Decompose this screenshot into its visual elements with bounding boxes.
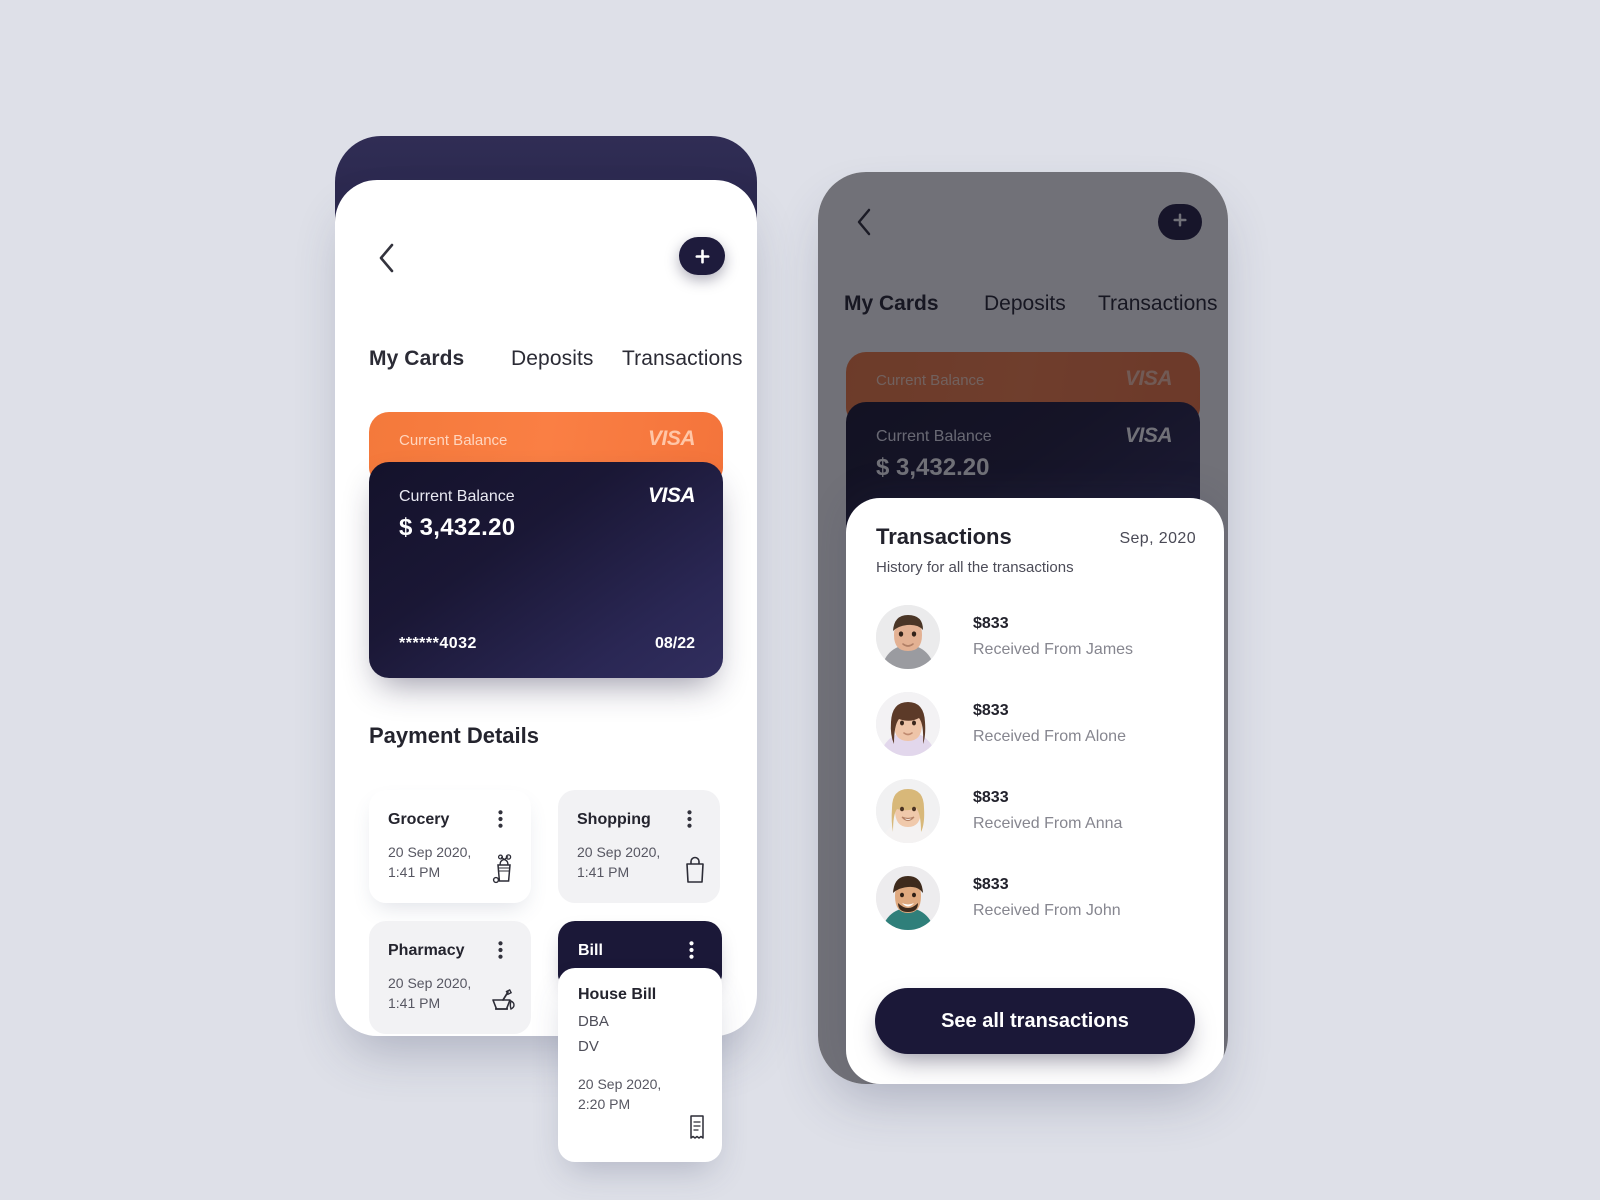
tile-datetime: 20 Sep 2020, 1:41 PM [388,975,472,1012]
card-balance-label: Current Balance [399,488,515,505]
phone-mockup-right: My Cards Deposits Transactions Current B… [818,172,1228,1084]
transactions-list: $833 Received From James $833 Received F… [876,605,1196,953]
top-navigation-bar [335,237,757,286]
shopping-bag-icon [682,854,708,889]
screenshot-canvas: My Cards Deposits Transactions Current B… [0,0,1600,1200]
card-balance-amount: $ 3,432.20 [876,454,990,481]
visa-logo-secondary: VISA [1124,367,1173,390]
tab-bar-right: My Cards Deposits Transactions [818,292,1228,322]
card-stack: Current Balance VISA Current Balance $ 3… [369,412,723,678]
tile-title: Bill [578,942,603,959]
grocery-bag-icon [491,854,519,889]
payment-tile-grocery[interactable]: Grocery 20 Sep 2020, 1:41 PM [369,790,531,903]
tab-transactions[interactable]: Transactions [622,347,743,371]
tab-transactions-right[interactable]: Transactions [1098,292,1217,316]
tab-my-cards-right[interactable]: My Cards [844,292,939,316]
kebab-menu-icon[interactable] [498,810,514,828]
list-item[interactable]: $833 Received From Anna [876,779,1196,853]
transaction-description: Received From Anna [973,815,1123,832]
transaction-amount: $833 [973,876,1009,893]
receipt-icon [686,1113,708,1148]
transactions-bottom-sheet: Transactions Sep, 2020 History for all t… [846,498,1224,1084]
transactions-subtitle: History for all the transactions [876,559,1074,576]
tile-title: Pharmacy [388,942,465,959]
bill-detail-datetime: 20 Sep 2020, 2:20 PM [578,1076,662,1113]
transaction-amount: $833 [973,615,1009,632]
transaction-description: Received From James [973,641,1134,658]
avatar [876,779,940,843]
payment-details-heading: Payment Details [369,723,539,748]
tab-my-cards[interactable]: My Cards [369,347,464,371]
payment-tile-shopping[interactable]: Shopping 20 Sep 2020, 1:41 PM [558,790,720,903]
chevron-left-icon [378,243,396,278]
add-card-button-right[interactable] [1158,204,1202,240]
bill-detail-line-1: DBA [578,1013,609,1030]
card-number: ******4032 [399,635,477,652]
back-button-right[interactable] [844,202,884,246]
avatar [876,605,940,669]
kebab-menu-icon[interactable] [689,941,705,959]
tab-bar: My Cards Deposits Transactions [335,347,757,379]
tile-title: Shopping [577,811,651,828]
transaction-amount: $833 [973,702,1009,719]
bill-detail-popover: House Bill DBA DV 20 Sep 2020, 2:20 PM [558,968,722,1162]
phone-screen-right: My Cards Deposits Transactions Current B… [818,172,1228,1084]
card-balance-amount: $ 3,432.20 [399,514,516,541]
transactions-month-label: Sep, 2020 [1119,530,1196,547]
visa-logo: VISA [647,484,696,507]
tile-datetime: 20 Sep 2020, 1:41 PM [388,844,472,881]
tab-deposits-right[interactable]: Deposits [984,292,1066,316]
tile-datetime: 20 Sep 2020, 1:41 PM [577,844,661,881]
kebab-menu-icon[interactable] [498,941,514,959]
see-all-transactions-button[interactable]: See all transactions [875,988,1195,1054]
bill-detail-title: House Bill [578,986,657,1003]
plus-icon [1173,212,1187,232]
tab-deposits[interactable]: Deposits [511,347,594,371]
bill-detail-line-2: DV [578,1038,599,1055]
tile-title: Grocery [388,811,450,828]
payment-tile-pharmacy[interactable]: Pharmacy 20 Sep 2020, 1:41 PM [369,921,531,1034]
list-item[interactable]: $833 Received From Alone [876,692,1196,766]
mortar-pestle-icon [489,987,519,1020]
transaction-amount: $833 [973,789,1009,806]
list-item[interactable]: $833 Received From John [876,866,1196,940]
visa-logo-secondary: VISA [647,427,696,450]
transaction-description: Received From John [973,902,1121,919]
transactions-heading: Transactions [876,524,1012,549]
transaction-description: Received From Alone [973,728,1126,745]
phone-mockup-left: My Cards Deposits Transactions Current B… [335,136,757,1162]
add-card-button[interactable] [679,237,725,275]
top-navigation-bar-right [818,202,1228,246]
card-balance-label: Current Balance [876,428,992,445]
card-balance-label-secondary: Current Balance [876,372,985,389]
phone-screen-left: My Cards Deposits Transactions Current B… [335,180,757,1162]
kebab-menu-icon[interactable] [687,810,703,828]
card-balance-label-secondary: Current Balance [399,432,508,449]
card-expiry: 08/22 [654,635,695,652]
list-item[interactable]: $833 Received From James [876,605,1196,679]
avatar [876,692,940,756]
credit-card-primary[interactable]: Current Balance $ 3,432.20 VISA ******40… [369,462,723,678]
visa-logo: VISA [1124,424,1173,447]
back-button[interactable] [367,238,407,282]
plus-icon [695,249,710,264]
chevron-left-icon [856,208,873,241]
avatar [876,866,940,930]
